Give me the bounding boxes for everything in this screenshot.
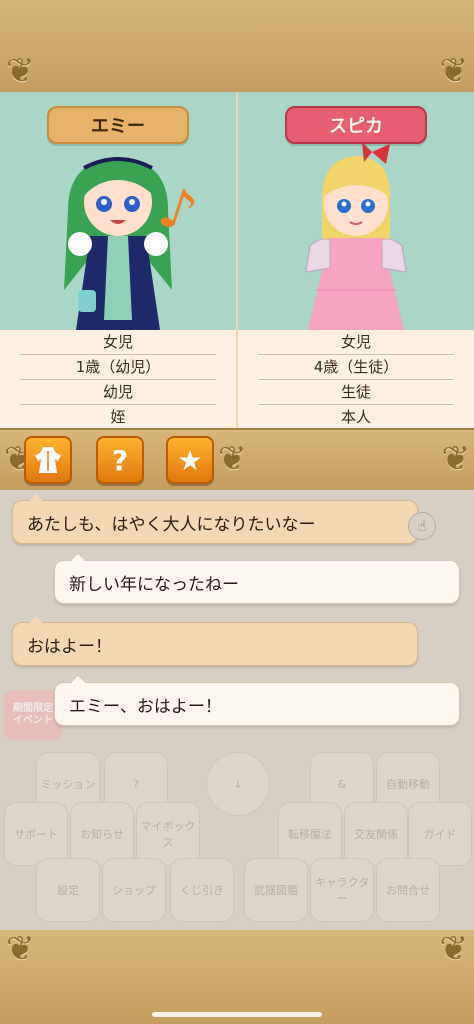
info-stage: 生徒 <box>258 380 454 405</box>
bg-menu-item: お知らせ <box>70 802 134 866</box>
dress-icon <box>35 447 61 473</box>
bg-menu-item: ショップ <box>102 858 166 922</box>
bg-menu-item: サポート <box>4 802 68 866</box>
character-panel-spica[interactable]: スピカ <box>238 92 474 330</box>
question-icon: ? <box>111 443 129 477</box>
right-scroll-ornament-icon: ❦ <box>439 51 469 91</box>
outfit-button[interactable] <box>24 436 72 484</box>
chat-bubble: エミー、おはよー！ <box>54 676 460 726</box>
bg-menu-item: ↓ <box>206 752 270 816</box>
bubble-tail <box>29 494 43 501</box>
info-relation: 姪 <box>110 408 126 426</box>
chat-bubble: 新しい年になったねー <box>54 554 460 604</box>
chat-message-text: エミー、おはよー！ <box>69 696 222 717</box>
chat-message-text: 新しい年になったねー <box>69 574 239 595</box>
info-column-emi: 女児 1歳（幼児） 幼児 姪 <box>0 330 236 428</box>
center-scroll-ornament-icon: ❦ <box>218 439 247 479</box>
favorite-button[interactable]: ★ <box>166 436 214 484</box>
bg-menu-item: ガイド <box>408 802 472 866</box>
character-panel-emi[interactable]: エミー ♪ <box>0 92 238 330</box>
bg-menu-item: 転移魔法 <box>278 802 342 866</box>
info-gender: 女児 <box>258 330 454 355</box>
spica-character-image <box>305 142 407 330</box>
info-gender: 女児 <box>20 330 216 355</box>
chat-bubble: おはよー！ <box>12 616 418 666</box>
character-name-plate: スピカ <box>285 106 427 144</box>
home-indicator[interactable] <box>152 1012 322 1017</box>
info-stage: 幼児 <box>20 380 216 405</box>
bg-menu-item: くじ引き <box>170 858 234 922</box>
chat-message-text: おはよー！ <box>27 636 112 657</box>
right-scroll-ornament-icon: ❦ <box>439 929 469 969</box>
bg-menu-item: 設定 <box>36 858 100 922</box>
star-icon: ★ <box>177 443 203 477</box>
bottom-frame: ❦ ❦ <box>0 930 474 1024</box>
bubble-tail <box>71 676 85 683</box>
left-scroll-ornament-icon: ❦ <box>6 51 35 91</box>
right-scroll-ornament-icon: ❦ <box>441 439 471 479</box>
character-name-plate: エミー <box>47 106 189 144</box>
chat-bubble: あたしも、はやく大人になりたいなー <box>12 494 418 544</box>
touch-cursor-icon: ☝ <box>408 512 436 540</box>
bg-menu-item: マイボックス <box>136 802 200 866</box>
help-button[interactable]: ? <box>96 436 144 484</box>
info-age: 4歳（生徒） <box>258 355 454 380</box>
bg-menu-item: キャラクター <box>310 858 374 922</box>
bubble-tail <box>29 616 43 623</box>
bg-menu-item: 交友関係 <box>344 802 408 866</box>
chat-message-text: あたしも、はやく大人になりたいなー <box>27 514 316 535</box>
info-relation: 本人 <box>340 408 371 426</box>
bg-menu-item: 武器図鑑 <box>244 858 308 922</box>
info-column-spica: 女児 4歳（生徒） 生徒 本人 <box>236 330 474 428</box>
left-scroll-ornament-icon: ❦ <box>6 929 35 969</box>
info-age: 1歳（幼児） <box>20 355 216 380</box>
bubble-tail <box>71 554 85 561</box>
top-frame: ❦ ❦ <box>0 0 474 92</box>
character-info-table: 女児 1歳（幼児） 幼児 姪 女児 4歳（生徒） 生徒 本人 <box>0 330 474 428</box>
bg-menu-item: お問合せ <box>376 858 440 922</box>
